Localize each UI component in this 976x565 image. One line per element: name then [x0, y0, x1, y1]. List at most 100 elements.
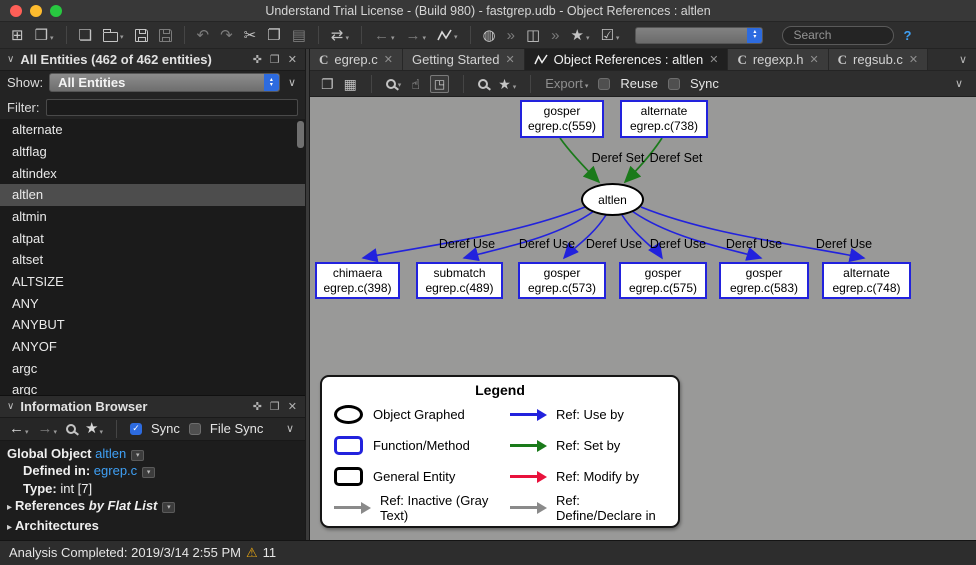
zoom-window-button[interactable] [50, 5, 62, 17]
tab-close-icon[interactable]: ✕ [809, 53, 818, 66]
graph-select-mode-button[interactable]: ◳ [430, 75, 449, 93]
navigate-forward-button[interactable]: →▾ [403, 27, 430, 44]
entity-list-item[interactable]: altindex [0, 162, 305, 184]
graph-print-button[interactable]: ▦ [344, 77, 357, 91]
paste-button[interactable]: ▤ [289, 27, 309, 44]
dropdown-box-icon[interactable]: ▾ [131, 450, 144, 461]
graph-node[interactable]: gosper egrep.c(583) [719, 262, 809, 299]
graph-node[interactable]: gosper egrep.c(573) [518, 262, 606, 299]
graph-target-node[interactable]: altlen [581, 183, 644, 216]
tab-egrep-c[interactable]: C egrep.c ✕ [310, 49, 403, 70]
close-window-button[interactable] [10, 5, 22, 17]
graph-node[interactable]: alternate egrep.c(738) [620, 100, 708, 138]
tab-regsub-c[interactable]: C regsub.c ✕ [829, 49, 928, 70]
graph-node[interactable]: gosper egrep.c(575) [619, 262, 707, 299]
entity-list-item[interactable]: argc [0, 379, 305, 396]
copy-button[interactable]: ❐ [264, 27, 283, 44]
file-sync-checkbox[interactable] [189, 423, 201, 435]
save-all-button[interactable] [156, 28, 175, 43]
new-project-button[interactable]: ⊞ [8, 27, 27, 44]
graphs-button[interactable]: ▾ [434, 28, 461, 43]
expand-left-button[interactable]: » [504, 27, 518, 44]
redo-button[interactable]: ↷ [217, 27, 236, 44]
dropdown-box-icon[interactable]: ▾ [162, 502, 175, 513]
graph-node[interactable]: gosper egrep.c(559) [520, 100, 604, 138]
save-button[interactable] [132, 28, 151, 43]
architecture-combobox[interactable]: ▴▾ [635, 27, 763, 44]
ib-back-button[interactable]: ←▾ [9, 421, 29, 436]
global-object-link[interactable]: altlen [95, 446, 126, 461]
minimize-window-button[interactable] [30, 5, 42, 17]
cut-button[interactable]: ✂ [241, 27, 260, 44]
entity-list-item-selected[interactable]: altlen [0, 184, 305, 206]
graph-canvas[interactable]: Deref Set Deref Set Deref Use Deref Use … [310, 96, 976, 540]
pin-icon[interactable]: ✜ [252, 400, 263, 413]
tab-close-icon[interactable]: ✕ [505, 53, 514, 66]
combobox-stepper[interactable]: ▴▾ [747, 28, 762, 43]
search-icon[interactable] [66, 424, 76, 434]
references-row[interactable]: ▸References by Flat List▾ [7, 497, 298, 517]
close-panel-icon[interactable]: ✕ [287, 53, 298, 66]
entity-list-item[interactable]: ANYBUT [0, 314, 305, 336]
float-panel-icon[interactable]: ❐ [269, 400, 281, 413]
favorites-button[interactable]: ★▾ [568, 27, 593, 44]
entity-list-item[interactable]: ALTSIZE [0, 271, 305, 293]
architectures-row[interactable]: ▸Architectures [7, 517, 298, 537]
entity-list-item[interactable]: altset [0, 249, 305, 271]
browse-web-button[interactable]: ◍ [480, 27, 499, 44]
tab-object-references[interactable]: Object References : altlen ✕ [525, 49, 729, 70]
tab-getting-started[interactable]: Getting Started ✕ [403, 49, 525, 70]
ib-favorites-button[interactable]: ★▾ [85, 421, 103, 436]
ib-forward-button[interactable]: →▾ [38, 421, 58, 436]
entity-list-item[interactable]: altpat [0, 227, 305, 249]
dropdown-stepper[interactable]: ▴▾ [264, 74, 279, 91]
pin-icon[interactable]: ✜ [252, 53, 263, 66]
filter-input[interactable] [46, 99, 299, 116]
sync-checkbox[interactable]: ✓ [130, 423, 142, 435]
reuse-checkbox[interactable] [598, 78, 610, 90]
expand-triangle-icon[interactable]: ▸ [7, 522, 12, 533]
entity-list-item[interactable]: ANYOF [0, 336, 305, 358]
defined-in-link[interactable]: egrep.c [94, 463, 137, 478]
show-dropdown[interactable]: All Entities ▴▾ [49, 73, 280, 92]
tab-close-icon[interactable]: ✕ [384, 53, 393, 66]
graph-copy-button[interactable]: ❐ [321, 77, 334, 91]
graph-node[interactable]: chimaera egrep.c(398) [315, 262, 400, 299]
new-file-button[interactable]: ❏ [76, 27, 95, 44]
navigate-back-button[interactable]: ←▾ [371, 27, 398, 44]
tab-close-icon[interactable]: ✕ [909, 53, 918, 66]
entity-list[interactable]: alternate altflag altindex altlen altmin… [0, 119, 305, 396]
search-input[interactable] [782, 26, 894, 45]
ib-menu-chevron-icon[interactable]: ∨ [284, 422, 296, 435]
collapse-chevron-icon[interactable]: ∨ [7, 54, 14, 65]
tab-regexp-h[interactable]: C regexp.h ✕ [728, 49, 828, 70]
entity-list-item[interactable]: ANY [0, 292, 305, 314]
tasks-button[interactable]: ☑▾ [597, 27, 622, 44]
layout-columns-button[interactable]: ◫ [523, 27, 543, 44]
graph-favorites-button[interactable]: ★▾ [498, 77, 516, 91]
graph-node[interactable]: submatch egrep.c(489) [416, 262, 503, 299]
open-file-button[interactable]: ▾ [100, 27, 127, 43]
graph-zoom-button[interactable]: ▾ [386, 79, 402, 89]
entity-list-item[interactable]: alternate [0, 119, 305, 141]
graph-pan-button[interactable]: ☝ [411, 77, 420, 91]
collapse-chevron-icon[interactable]: ∨ [7, 401, 14, 412]
close-panel-icon[interactable]: ✕ [287, 400, 298, 413]
tab-close-icon[interactable]: ✕ [709, 53, 718, 66]
switch-file-button[interactable]: ⇄▾ [328, 27, 352, 44]
entity-list-item[interactable]: altflag [0, 141, 305, 163]
undo-button[interactable]: ↶ [194, 27, 213, 44]
help-link[interactable]: ? [903, 28, 911, 43]
export-button[interactable]: Export▾ [545, 77, 588, 90]
float-panel-icon[interactable]: ❐ [269, 53, 281, 66]
panel-menu-chevron-icon[interactable]: ∨ [286, 76, 298, 89]
entity-list-item[interactable]: altmin [0, 206, 305, 228]
graph-node[interactable]: alternate egrep.c(748) [822, 262, 911, 299]
scrollbar-thumb[interactable] [297, 121, 304, 148]
graph-menu-chevron-icon[interactable]: ∨ [953, 77, 965, 90]
expand-triangle-icon[interactable]: ▸ [7, 502, 12, 513]
expand-right-button[interactable]: » [548, 27, 562, 44]
tab-list-chevron-icon[interactable]: ∨ [950, 49, 976, 70]
graph-zoom-region-button[interactable] [478, 79, 488, 89]
open-project-button[interactable]: ❒▾ [32, 27, 57, 44]
